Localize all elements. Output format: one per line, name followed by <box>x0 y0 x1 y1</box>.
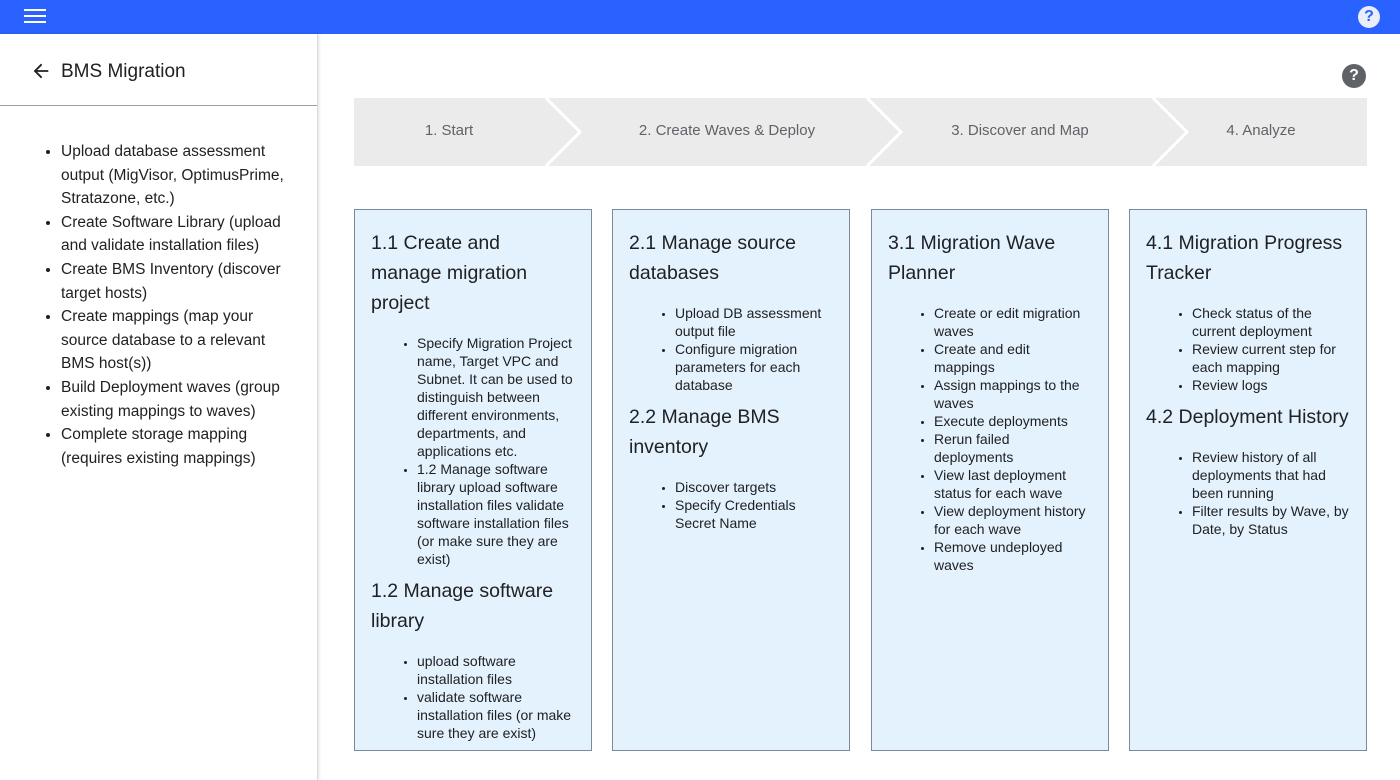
card-heading[interactable]: 3.1 Migration Wave Planner <box>888 228 1092 288</box>
list-item: Execute deployments <box>934 412 1092 430</box>
list-item: validate software installation files (or… <box>417 688 575 742</box>
card-list: Discover targets Specify Credentials Sec… <box>675 478 833 532</box>
card-list: Create or edit migration waves Create an… <box>934 304 1092 574</box>
list-item: Rerun failed deployments <box>934 430 1092 466</box>
card-heading[interactable]: 4.2 Deployment History <box>1146 402 1350 432</box>
list-item: upload software installation files <box>417 652 575 688</box>
list-item: Review current step for each mapping <box>1192 340 1350 376</box>
card-heading[interactable]: 2.2 Manage BMS inventory <box>629 402 833 462</box>
progress-stepper: 1. Start 2. Create Waves & Deploy 3. Dis… <box>354 98 1367 166</box>
card-start: 1.1 Create and manage migration project … <box>354 209 592 751</box>
sidebar: BMS Migration Upload database assessment… <box>0 34 318 780</box>
top-app-bar: ? <box>0 0 1400 34</box>
card-list: Upload DB assessment output file Configu… <box>675 304 833 394</box>
card-heading[interactable]: 2.1 Manage source databases <box>629 228 833 288</box>
list-item: Filter results by Wave, by Date, by Stat… <box>1192 502 1350 538</box>
card-list: Review history of all deployments that h… <box>1192 448 1350 538</box>
list-item: Create mappings (map your source databas… <box>61 305 301 376</box>
step-start[interactable]: 1. Start <box>394 122 504 139</box>
back-arrow-icon[interactable] <box>30 60 52 82</box>
list-item: Review history of all deployments that h… <box>1192 448 1350 502</box>
list-item: Discover targets <box>675 478 833 496</box>
hamburger-menu-icon[interactable] <box>24 9 46 25</box>
sidebar-header: BMS Migration <box>0 34 317 106</box>
list-item: Upload database assessment output (MigVi… <box>61 140 301 211</box>
list-item: Create or edit migration waves <box>934 304 1092 340</box>
step-create-waves-deploy[interactable]: 2. Create Waves & Deploy <box>602 122 852 139</box>
card-discover-and-map: 3.1 Migration Wave Planner Create or edi… <box>871 209 1109 751</box>
list-item: Create and edit mappings <box>934 340 1092 376</box>
list-item: Check status of the current deployment <box>1192 304 1350 340</box>
list-item: View last deployment status for each wav… <box>934 466 1092 502</box>
list-item: Specify Migration Project name, Target V… <box>417 334 575 460</box>
page-title: BMS Migration <box>61 61 186 82</box>
step-analyze[interactable]: 4. Analyze <box>1206 122 1316 139</box>
list-item: Complete storage mapping (requires exist… <box>61 423 301 470</box>
list-item: Upload DB assessment output file <box>675 304 833 340</box>
help-circle-icon[interactable]: ? <box>1358 6 1380 28</box>
card-list: Check status of the current deployment R… <box>1192 304 1350 394</box>
sidebar-steps-list: Upload database assessment output (MigVi… <box>61 140 301 470</box>
list-item: Assign mappings to the waves <box>934 376 1092 412</box>
list-item: Configure migration parameters for each … <box>675 340 833 394</box>
card-heading[interactable]: 1.2 Manage software library <box>371 576 575 636</box>
card-list: Specify Migration Project name, Target V… <box>417 334 575 568</box>
card-analyze: 4.1 Migration Progress Tracker Check sta… <box>1129 209 1367 751</box>
list-item: Specify Credentials Secret Name <box>675 496 833 532</box>
card-heading[interactable]: 1.1 Create and manage migration project <box>371 228 575 318</box>
card-list: upload software installation files valid… <box>417 652 575 742</box>
list-item: Create Software Library (upload and vali… <box>61 211 301 258</box>
list-item: Create BMS Inventory (discover target ho… <box>61 258 301 305</box>
list-item: Build Deployment waves (group existing m… <box>61 376 301 423</box>
card-create-waves-deploy: 2.1 Manage source databases Upload DB as… <box>612 209 850 751</box>
step-discover-and-map[interactable]: 3. Discover and Map <box>920 122 1120 139</box>
help-icon[interactable]: ? <box>1342 64 1366 88</box>
card-heading[interactable]: 4.1 Migration Progress Tracker <box>1146 228 1350 288</box>
list-item: Remove undeployed waves <box>934 538 1092 574</box>
list-item: View deployment history for each wave <box>934 502 1092 538</box>
list-item: 1.2 Manage software library upload softw… <box>417 460 575 568</box>
list-item: Review logs <box>1192 376 1350 394</box>
